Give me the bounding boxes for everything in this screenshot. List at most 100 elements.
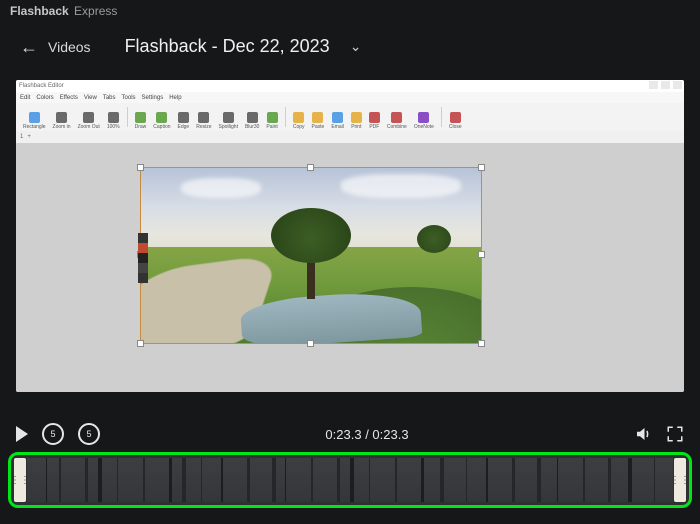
toolbar-label: Blur30: [245, 124, 259, 130]
toolbar-button: Copy: [290, 104, 308, 130]
fullscreen-button[interactable]: [666, 425, 684, 443]
timeline-stripe: [182, 458, 186, 502]
back-label[interactable]: Videos: [48, 39, 91, 55]
menu-item: Settings: [142, 95, 164, 101]
toolbar-icon: [56, 112, 67, 123]
rewind-5-button[interactable]: 5: [42, 423, 64, 445]
toolbar-icon: [351, 112, 362, 123]
toolbar-button: Zoom Out: [75, 104, 103, 130]
editor-canvas: [16, 143, 684, 392]
toolbar-label: Zoom Out: [78, 124, 100, 130]
toolbar-label: PDF: [369, 124, 379, 130]
toolbar-separator: [285, 107, 286, 127]
toolbar-icon: [178, 112, 189, 123]
player-controls: 5 5 0:23.3 / 0:23.3: [16, 420, 684, 448]
cloud: [181, 178, 261, 198]
timeline-stripe: [486, 458, 488, 502]
timeline-stripe: [272, 458, 276, 502]
selection-handle: [478, 340, 485, 347]
trim-timeline[interactable]: ⋮⋮ ⋮⋮: [8, 452, 692, 508]
timeline-stripe: [421, 458, 424, 502]
timeline-stripe: [85, 458, 88, 502]
timeline-stripe: [557, 458, 558, 502]
toolbar-button: Blur30: [242, 104, 262, 130]
menu-item: View: [84, 95, 97, 101]
timeline-stripe: [221, 458, 223, 502]
timeline-stripe: [285, 458, 286, 502]
video-preview[interactable]: Flashback Editor EditColorsEffectsViewTa…: [16, 80, 684, 392]
selection-handle: [137, 164, 144, 171]
toolbar-button: Print: [348, 104, 365, 130]
timeline-stripe: [46, 458, 47, 502]
toolbar-icon: [83, 112, 94, 123]
brand-variant: Express: [74, 4, 117, 18]
toolbar-button: Spotlight: [216, 104, 241, 130]
toolbar-separator: [441, 107, 442, 127]
time-display: 0:23.3 / 0:23.3: [100, 427, 634, 442]
toolbar-label: Resize: [196, 124, 211, 130]
current-time: 0:23.3: [325, 427, 361, 442]
timeline-stripe: [440, 458, 444, 502]
timeline-stripe: [311, 458, 313, 502]
tree-small: [417, 225, 451, 253]
toolbar-button: Rectangle: [20, 104, 49, 130]
toolbar-button: Draw: [132, 104, 150, 130]
timeline-stripe: [395, 458, 397, 502]
toolbar-button: Zoom in: [50, 104, 74, 130]
toolbar-label: Paint: [266, 124, 277, 130]
toolbar-label: Close: [449, 124, 462, 130]
toolbar-label: 100%: [107, 124, 120, 130]
app-brand: Flashback Express: [10, 4, 117, 18]
back-arrow-icon[interactable]: ←: [20, 38, 38, 56]
panel-dot: [138, 273, 148, 283]
trim-handle-end[interactable]: ⋮⋮: [674, 458, 686, 502]
chevron-down-icon[interactable]: ⌄: [350, 38, 362, 55]
play-button[interactable]: [16, 426, 28, 442]
toolbar-icon: [108, 112, 119, 123]
maximize-icon: [661, 81, 670, 89]
toolbar-label: Copy: [293, 124, 305, 130]
toolbar-button: OneNote: [411, 104, 437, 130]
toolbar-icon: [135, 112, 146, 123]
panel-dot: [138, 253, 148, 263]
menu-item: Help: [169, 95, 181, 101]
toolbar-icon: [198, 112, 209, 123]
toolbar-icon: [369, 112, 380, 123]
toolbar-button: Combine: [384, 104, 410, 130]
brand-main: Flashback: [10, 4, 69, 18]
menu-item: Tools: [122, 95, 136, 101]
toolbar-button: Paste: [309, 104, 328, 130]
floating-tool-panel: [138, 233, 148, 283]
toolbar-icon: [391, 112, 402, 123]
toolbar-icon: [450, 112, 461, 123]
selected-image: [140, 167, 482, 344]
page-header: ← Videos Flashback - Dec 22, 2023 ⌄: [20, 36, 361, 57]
toolbar-icon: [312, 112, 323, 123]
stream: [240, 289, 423, 344]
toolbar-button: Caption: [150, 104, 173, 130]
toolbar-icon: [267, 112, 278, 123]
toolbar-button: Email: [328, 104, 347, 130]
trim-handle-start[interactable]: ⋮⋮: [14, 458, 26, 502]
menu-item: Colors: [36, 95, 53, 101]
toolbar-button: Resize: [193, 104, 214, 130]
toolbar-icon: [156, 112, 167, 123]
forward-5-button[interactable]: 5: [78, 423, 100, 445]
timeline-stripe: [201, 458, 202, 502]
timeline-stripe: [350, 458, 354, 502]
timeline-stripe: [143, 458, 145, 502]
video-title[interactable]: Flashback - Dec 22, 2023: [125, 36, 330, 57]
timeline-stripe: [583, 458, 585, 502]
toolbar-label: Spotlight: [219, 124, 238, 130]
total-time: 0:23.3: [372, 427, 408, 442]
timeline-stripe: [654, 458, 655, 502]
toolbar-icon: [418, 112, 429, 123]
panel-dot: [138, 243, 148, 253]
volume-button[interactable]: [634, 425, 652, 443]
timeline-stripe: [169, 458, 172, 502]
timeline-stripe: [98, 458, 102, 502]
timeline-body[interactable]: [27, 458, 673, 502]
timeline-stripe: [369, 458, 370, 502]
panel-dot: [138, 263, 148, 273]
timeline-stripe: [337, 458, 340, 502]
